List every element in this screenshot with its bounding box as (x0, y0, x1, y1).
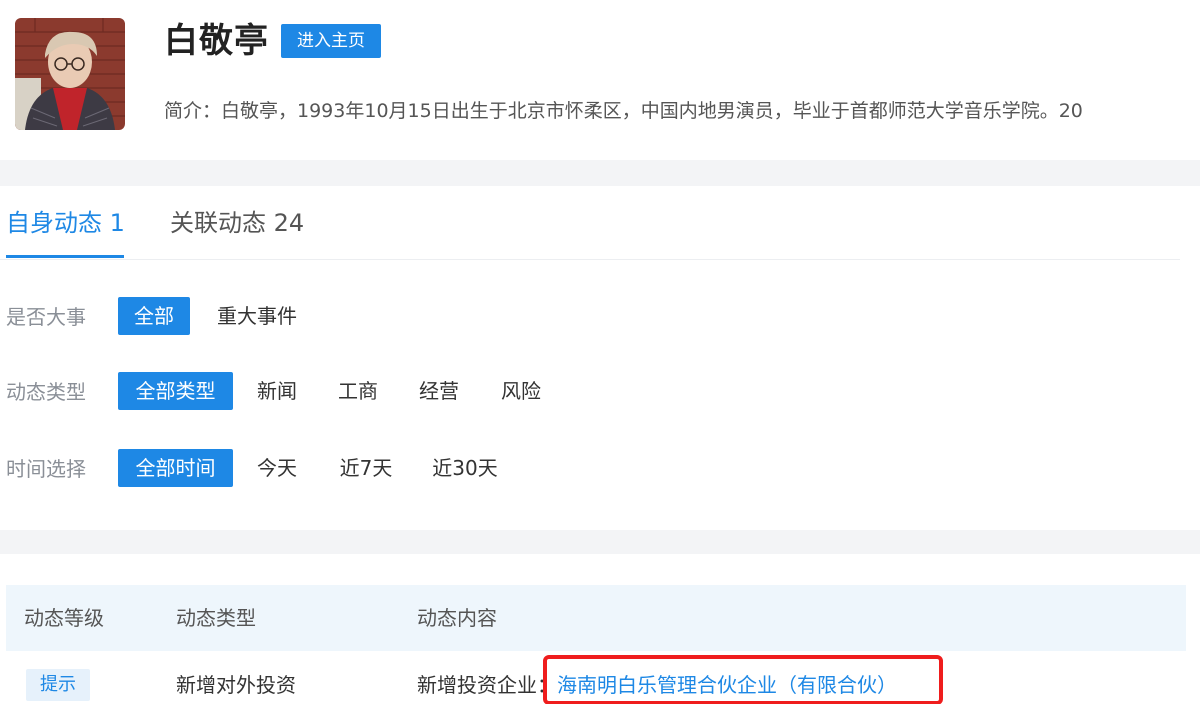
filter-label: 时间选择 (6, 457, 86, 481)
tab-own-dynamics[interactable]: 自身动态 1 (6, 208, 125, 238)
table-header: 动态等级 动态类型 动态内容 (6, 585, 1186, 651)
table-row: 提示 新增对外投资 新增投资企业：海南明白乐管理合伙企业（有限合伙） (6, 651, 1186, 704)
row-dynamic-type: 新增对外投资 (176, 673, 296, 697)
filter-dynamic-type: 动态类型 全部类型 新闻 工商 经营 风险 (0, 372, 1180, 412)
level-badge: 提示 (26, 669, 90, 701)
content-prefix: 新增投资企业： (417, 673, 557, 697)
filter-label: 是否大事 (6, 305, 86, 329)
row-content: 新增投资企业：海南明白乐管理合伙企业（有限合伙） (417, 671, 897, 699)
chip-news[interactable]: 新闻 (250, 372, 304, 410)
tab-related-dynamics[interactable]: 关联动态 24 (170, 208, 304, 238)
chip-major-event[interactable]: 重大事件 (210, 297, 304, 335)
dynamics-tabs: 自身动态 1 关联动态 24 (0, 186, 1180, 260)
person-name: 白敬亭 (164, 21, 269, 61)
enter-homepage-button[interactable]: 进入主页 (281, 24, 381, 58)
profile-header: 白敬亭 进入主页 简介：白敬亭，1993年10月15日出生于北京市怀柔区，中国内… (0, 0, 1200, 160)
chip-today[interactable]: 今天 (250, 449, 304, 487)
chip-all-time[interactable]: 全部时间 (118, 449, 233, 487)
chip-operations[interactable]: 经营 (412, 372, 466, 410)
investee-company-link[interactable]: 海南明白乐管理合伙企业（有限合伙） (557, 673, 897, 697)
avatar (15, 18, 125, 130)
chip-all[interactable]: 全部 (118, 297, 190, 335)
chip-all-types[interactable]: 全部类型 (118, 372, 233, 410)
filter-label: 动态类型 (6, 380, 86, 404)
filter-major-event: 是否大事 全部 重大事件 (0, 297, 1180, 337)
intro-text: 简介：白敬亭，1993年10月15日出生于北京市怀柔区，中国内地男演员，毕业于首… (164, 100, 1083, 122)
section-divider (0, 530, 1200, 554)
column-header-content: 动态内容 (417, 606, 497, 630)
chip-risk[interactable]: 风险 (494, 372, 548, 410)
filter-time: 时间选择 全部时间 今天 近7天 近30天 (0, 449, 1180, 489)
chip-last-30-days[interactable]: 近30天 (425, 449, 505, 487)
column-header-type: 动态类型 (176, 606, 256, 630)
active-tab-indicator (6, 255, 124, 258)
chip-last-7-days[interactable]: 近7天 (331, 449, 401, 487)
chip-business-registry[interactable]: 工商 (331, 372, 385, 410)
section-divider (0, 160, 1200, 186)
column-header-level: 动态等级 (24, 606, 104, 630)
